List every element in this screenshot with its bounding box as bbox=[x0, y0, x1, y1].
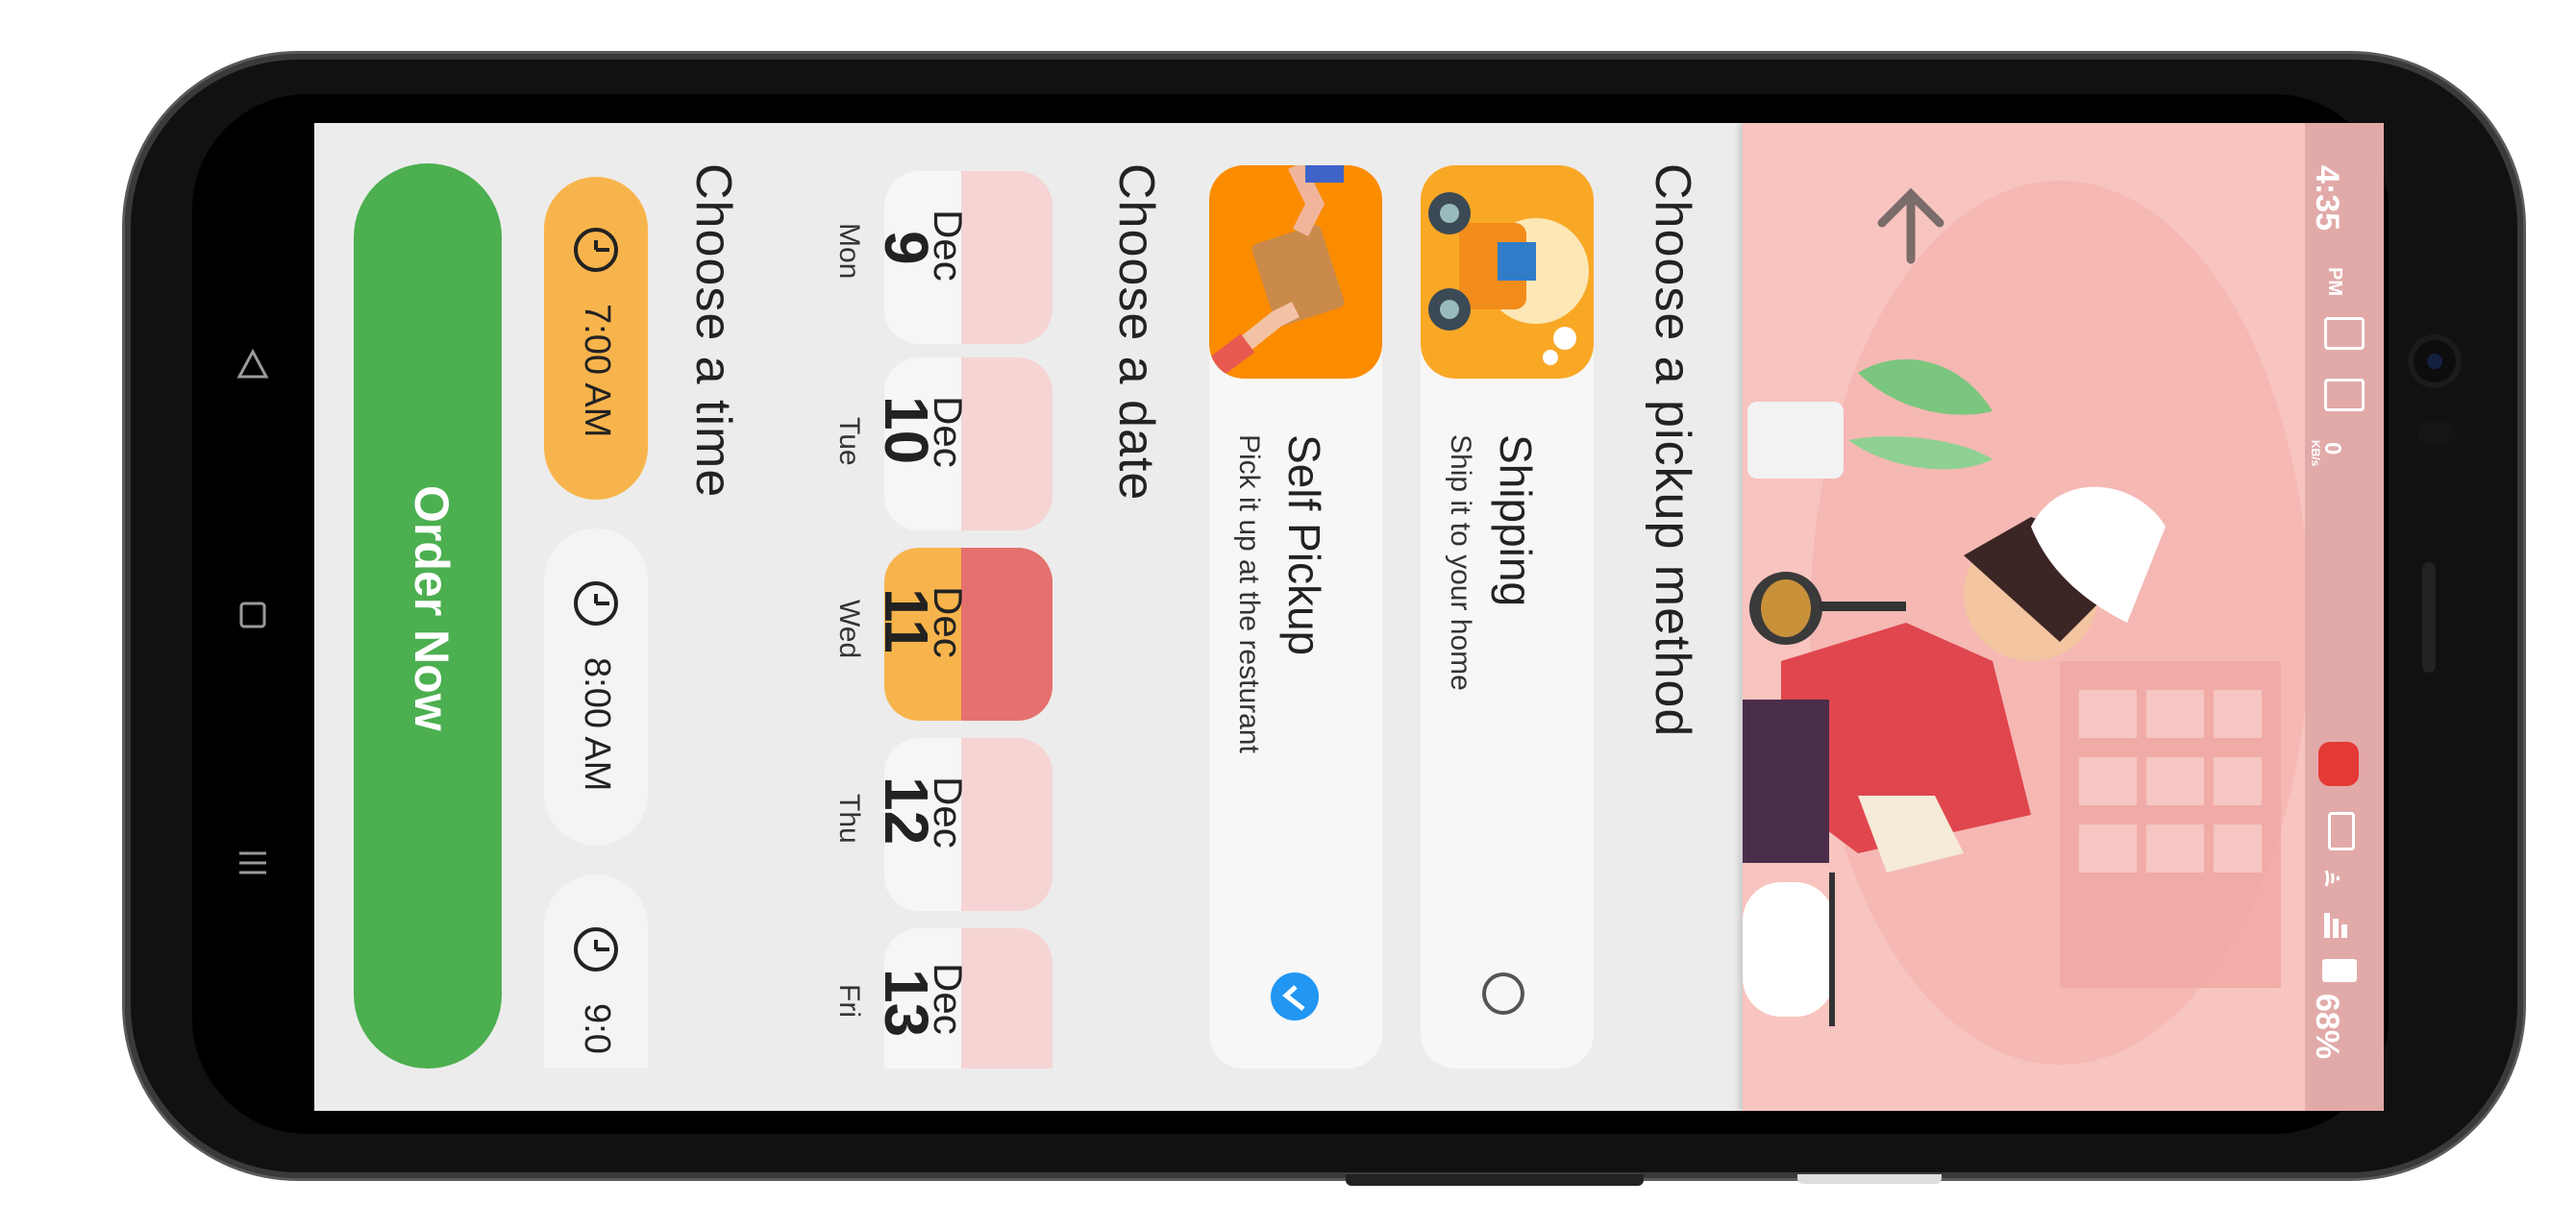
date-weekday: Fri bbox=[833, 984, 865, 1018]
clock-icon bbox=[571, 225, 621, 275]
status-time: 4:35 bbox=[2309, 165, 2345, 232]
shipping-radio-icon[interactable] bbox=[1482, 972, 1524, 1015]
sim-card-icon bbox=[2324, 317, 2365, 350]
date-day: 12 bbox=[872, 776, 941, 846]
time-slot-label: 8:00 AM bbox=[577, 657, 617, 792]
selected-check-icon[interactable] bbox=[1271, 972, 1319, 1021]
scooter-delivery-illustration bbox=[1421, 165, 1594, 379]
clock-icon bbox=[571, 578, 621, 628]
time-section-title: Choose a time bbox=[685, 163, 741, 499]
self-pickup-title: Self Pickup bbox=[1279, 434, 1329, 656]
vibrate-icon bbox=[2328, 812, 2355, 850]
status-ampm: PM bbox=[2324, 267, 2345, 296]
date-weekday: Wed bbox=[833, 600, 865, 659]
package-handoff-illustration bbox=[1209, 165, 1382, 379]
hardware-button bbox=[1346, 1174, 1644, 1186]
date-day: 13 bbox=[872, 969, 941, 1038]
date-weekday: Thu bbox=[833, 794, 865, 844]
shipping-subtitle: Ship it to your home bbox=[1445, 434, 1476, 691]
net-speed: 0 bbox=[2319, 442, 2345, 455]
order-now-button[interactable]: Order Now bbox=[354, 163, 502, 1069]
time-slot-label: 9:0 bbox=[577, 1003, 617, 1054]
nav-back-icon[interactable] bbox=[224, 336, 282, 394]
side-button bbox=[2422, 562, 2436, 673]
sim-card-icon bbox=[2324, 379, 2365, 411]
wifi-icon bbox=[2322, 863, 2353, 894]
nav-recents-icon[interactable] bbox=[224, 834, 282, 892]
proximity-sensor bbox=[2417, 421, 2456, 444]
date-weekday: Tue bbox=[833, 417, 865, 466]
nav-home-icon[interactable] bbox=[224, 586, 282, 644]
date-day: 11 bbox=[872, 588, 941, 653]
self-pickup-subtitle: Pick it up at the resturant bbox=[1233, 434, 1265, 753]
pickup-section-title: Choose a pickup method bbox=[1645, 163, 1700, 738]
clock-icon bbox=[571, 924, 621, 974]
hardware-button bbox=[1797, 1174, 1942, 1184]
date-day: 9 bbox=[872, 231, 941, 265]
order-now-label: Order Now bbox=[405, 485, 458, 731]
date-section-title: Choose a date bbox=[1108, 163, 1164, 502]
shipping-title: Shipping bbox=[1491, 434, 1541, 607]
time-slot-label: 7:00 AM bbox=[577, 304, 617, 438]
self-pickup-option-card[interactable]: Self Pickup Pick it up at the resturant bbox=[1209, 165, 1382, 1069]
time-slot[interactable]: 8:00 AM bbox=[544, 529, 648, 846]
hero-illustration bbox=[1743, 123, 2305, 1111]
time-slot-selected[interactable]: 7:00 AM bbox=[544, 177, 648, 500]
signal-icon bbox=[2322, 911, 2355, 940]
time-slot[interactable]: 9:0 bbox=[544, 874, 648, 1069]
battery-icon bbox=[2322, 959, 2357, 982]
net-speed-unit: KB/s bbox=[2309, 440, 2322, 467]
front-camera bbox=[2408, 334, 2462, 388]
back-arrow-icon[interactable] bbox=[1868, 183, 1954, 269]
screen-record-icon bbox=[2318, 742, 2359, 786]
battery-percent: 68% bbox=[2309, 994, 2345, 1060]
date-day: 10 bbox=[872, 396, 941, 465]
status-bar: 4:35 PM 0 KB/s 68% bbox=[2305, 123, 2384, 1111]
shipping-option-card[interactable]: Shipping Ship it to your home bbox=[1421, 165, 1594, 1069]
date-weekday: Mon bbox=[833, 223, 865, 280]
